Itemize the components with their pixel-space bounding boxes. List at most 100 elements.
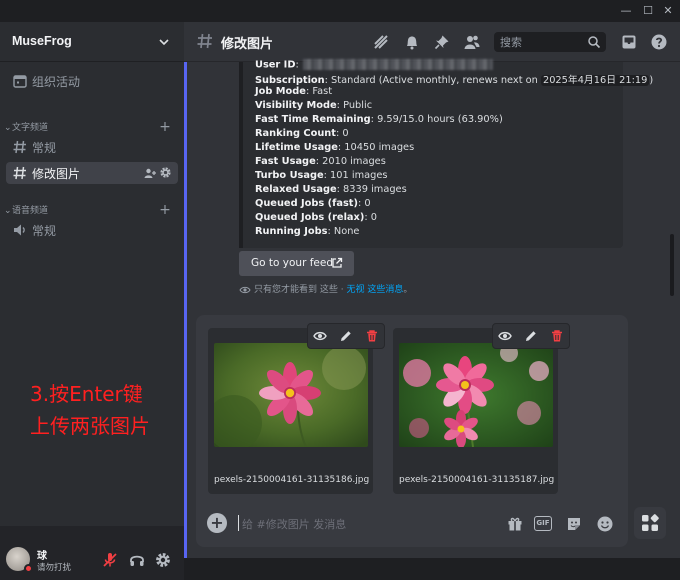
embed-row: Queued Jobs (relax): 0: [255, 212, 377, 223]
pencil-icon[interactable]: [524, 329, 538, 343]
text-channels-category[interactable]: ⌄文字频道: [4, 120, 48, 133]
add-voice-channel-button[interactable]: +: [158, 203, 172, 217]
apps-button[interactable]: [634, 507, 666, 539]
embed-row: Job Mode: Fast: [255, 86, 333, 97]
attachment-toolbar: [307, 323, 385, 349]
embed-row: User ID:: [255, 59, 493, 71]
voice-channels-category[interactable]: ⌄语音频道: [4, 203, 48, 216]
channel-item-general[interactable]: 常规: [6, 136, 178, 158]
add-text-channel-button[interactable]: +: [158, 120, 172, 134]
feed-button-label: Go to your feed: [251, 257, 334, 269]
server-name: MuseFrog: [12, 34, 72, 48]
search-input[interactable]: [494, 32, 584, 52]
close-button[interactable]: ✕: [660, 3, 676, 19]
message-highlight-bar: [184, 62, 187, 558]
embed-row: Visibility Mode: Public: [255, 100, 373, 111]
channel-sidebar: MuseFrog 组织活动 ⌄文字频道 + 常规 修改图片 ⌄语音频道 + 常规…: [0, 22, 184, 580]
dnd-status-dot: [24, 564, 33, 573]
maximize-button[interactable]: ☐: [640, 3, 656, 19]
flower-image-2: [399, 343, 553, 447]
chevron-down-icon: ⌄: [4, 123, 12, 133]
events-item[interactable]: 组织活动: [6, 70, 178, 92]
go-to-feed-button[interactable]: Go to your feed: [239, 251, 354, 276]
ephemeral-notice: 只有您才能看到 这些 · 无视 这些消息。: [239, 282, 412, 296]
search-box[interactable]: [494, 32, 606, 52]
channel-label: 修改图片: [32, 167, 81, 181]
speaker-icon: [14, 224, 25, 236]
channel-item-edit-images[interactable]: 修改图片: [6, 162, 178, 184]
gift-icon[interactable]: [506, 515, 524, 533]
eye-icon[interactable]: [498, 329, 512, 343]
members-icon[interactable]: [463, 33, 481, 51]
embed-row: Running Jobs: None: [255, 226, 360, 237]
channel-label: 常规: [32, 224, 57, 238]
chevron-down-icon: ⌄: [4, 206, 12, 216]
pencil-icon[interactable]: [339, 329, 353, 343]
external-link-icon: [332, 257, 343, 268]
events-label: 组织活动: [32, 75, 81, 89]
upload-plus-button[interactable]: +: [207, 513, 227, 533]
timestamp: 2025年4月16日 21:19: [540, 75, 650, 86]
scrollbar[interactable]: [670, 234, 674, 296]
text-caret: [238, 515, 239, 531]
eye-icon: [239, 286, 251, 293]
embed-row: Relaxed Usage: 8339 images: [255, 184, 407, 195]
message-input-row: + GIF: [196, 505, 628, 543]
gear-icon[interactable]: [159, 166, 172, 179]
eye-icon[interactable]: [313, 329, 327, 343]
title-bar: — ☐ ✕: [0, 0, 680, 22]
annotation-step: 3.按Enter键: [30, 382, 143, 406]
embed-row: Lifetime Usage: 10450 images: [255, 142, 415, 153]
embed-row: Fast Time Remaining: 9.59/15.0 hours (63…: [255, 114, 503, 125]
hash-icon: [197, 33, 212, 49]
message-input[interactable]: [242, 515, 492, 533]
username: 球: [37, 551, 47, 562]
attachment-card[interactable]: pexels-2150004161-31135187.jpg: [393, 323, 570, 494]
embed-row: Subscription: Standard (Active monthly, …: [255, 75, 654, 86]
category-label: 语音频道: [12, 206, 49, 216]
message-composer: pexels-2150004161-31135186.jpg pexels-21…: [196, 315, 628, 547]
calendar-icon: [13, 75, 27, 88]
bell-icon[interactable]: [403, 33, 421, 51]
embed-row: Fast Usage: 2010 images: [255, 156, 386, 167]
trash-icon[interactable]: [365, 329, 379, 343]
emoji-icon[interactable]: [596, 515, 614, 533]
hash-icon: [13, 140, 26, 154]
gif-button[interactable]: GIF: [534, 516, 552, 531]
category-label: 文字频道: [12, 123, 49, 133]
embed-row: Turbo Usage: 101 images: [255, 170, 388, 181]
annotation-instruction: 上传两张图片: [30, 414, 150, 438]
attachment-toolbar: [492, 323, 570, 349]
chat-area: 修改图片 User ID: Subscription: Standard (Ac…: [184, 22, 680, 558]
invite-icon[interactable]: [144, 167, 156, 179]
chevron-down-icon: [159, 39, 169, 46]
server-header[interactable]: MuseFrog: [0, 22, 184, 62]
pin-icon[interactable]: [433, 33, 451, 51]
user-panel: 球 请勿打扰: [0, 526, 184, 580]
redacted-user-id: [302, 59, 493, 70]
minimize-button[interactable]: —: [618, 3, 634, 19]
inbox-icon[interactable]: [620, 33, 638, 51]
info-embed: User ID: Subscription: Standard (Active …: [239, 59, 653, 248]
settings-gear-icon[interactable]: [154, 551, 172, 569]
dismiss-link[interactable]: 无视 这些消息: [346, 285, 403, 295]
attachment-filename: pexels-2150004161-31135186.jpg: [214, 475, 370, 485]
hash-icon: [13, 166, 26, 180]
voice-channel-general[interactable]: 常规: [6, 219, 178, 241]
apps-icon: [642, 514, 659, 531]
channel-header: 修改图片: [184, 22, 680, 62]
attachment-filename: pexels-2150004161-31135187.jpg: [399, 475, 555, 485]
headphones-icon[interactable]: [128, 551, 146, 569]
mute-mic-icon[interactable]: [101, 551, 119, 569]
user-status: 请勿打扰: [37, 563, 72, 573]
sticker-icon[interactable]: [565, 515, 583, 533]
channel-label: 常规: [32, 141, 57, 155]
threads-icon[interactable]: [372, 33, 390, 51]
embed-row: Ranking Count: 0: [255, 128, 349, 139]
trash-icon[interactable]: [550, 329, 564, 343]
embed-row: Queued Jobs (fast): 0: [255, 198, 371, 209]
flower-image-1: [214, 343, 368, 447]
channel-title: 修改图片: [221, 37, 274, 52]
attachment-card[interactable]: pexels-2150004161-31135186.jpg: [208, 323, 385, 494]
help-icon[interactable]: [650, 33, 668, 51]
